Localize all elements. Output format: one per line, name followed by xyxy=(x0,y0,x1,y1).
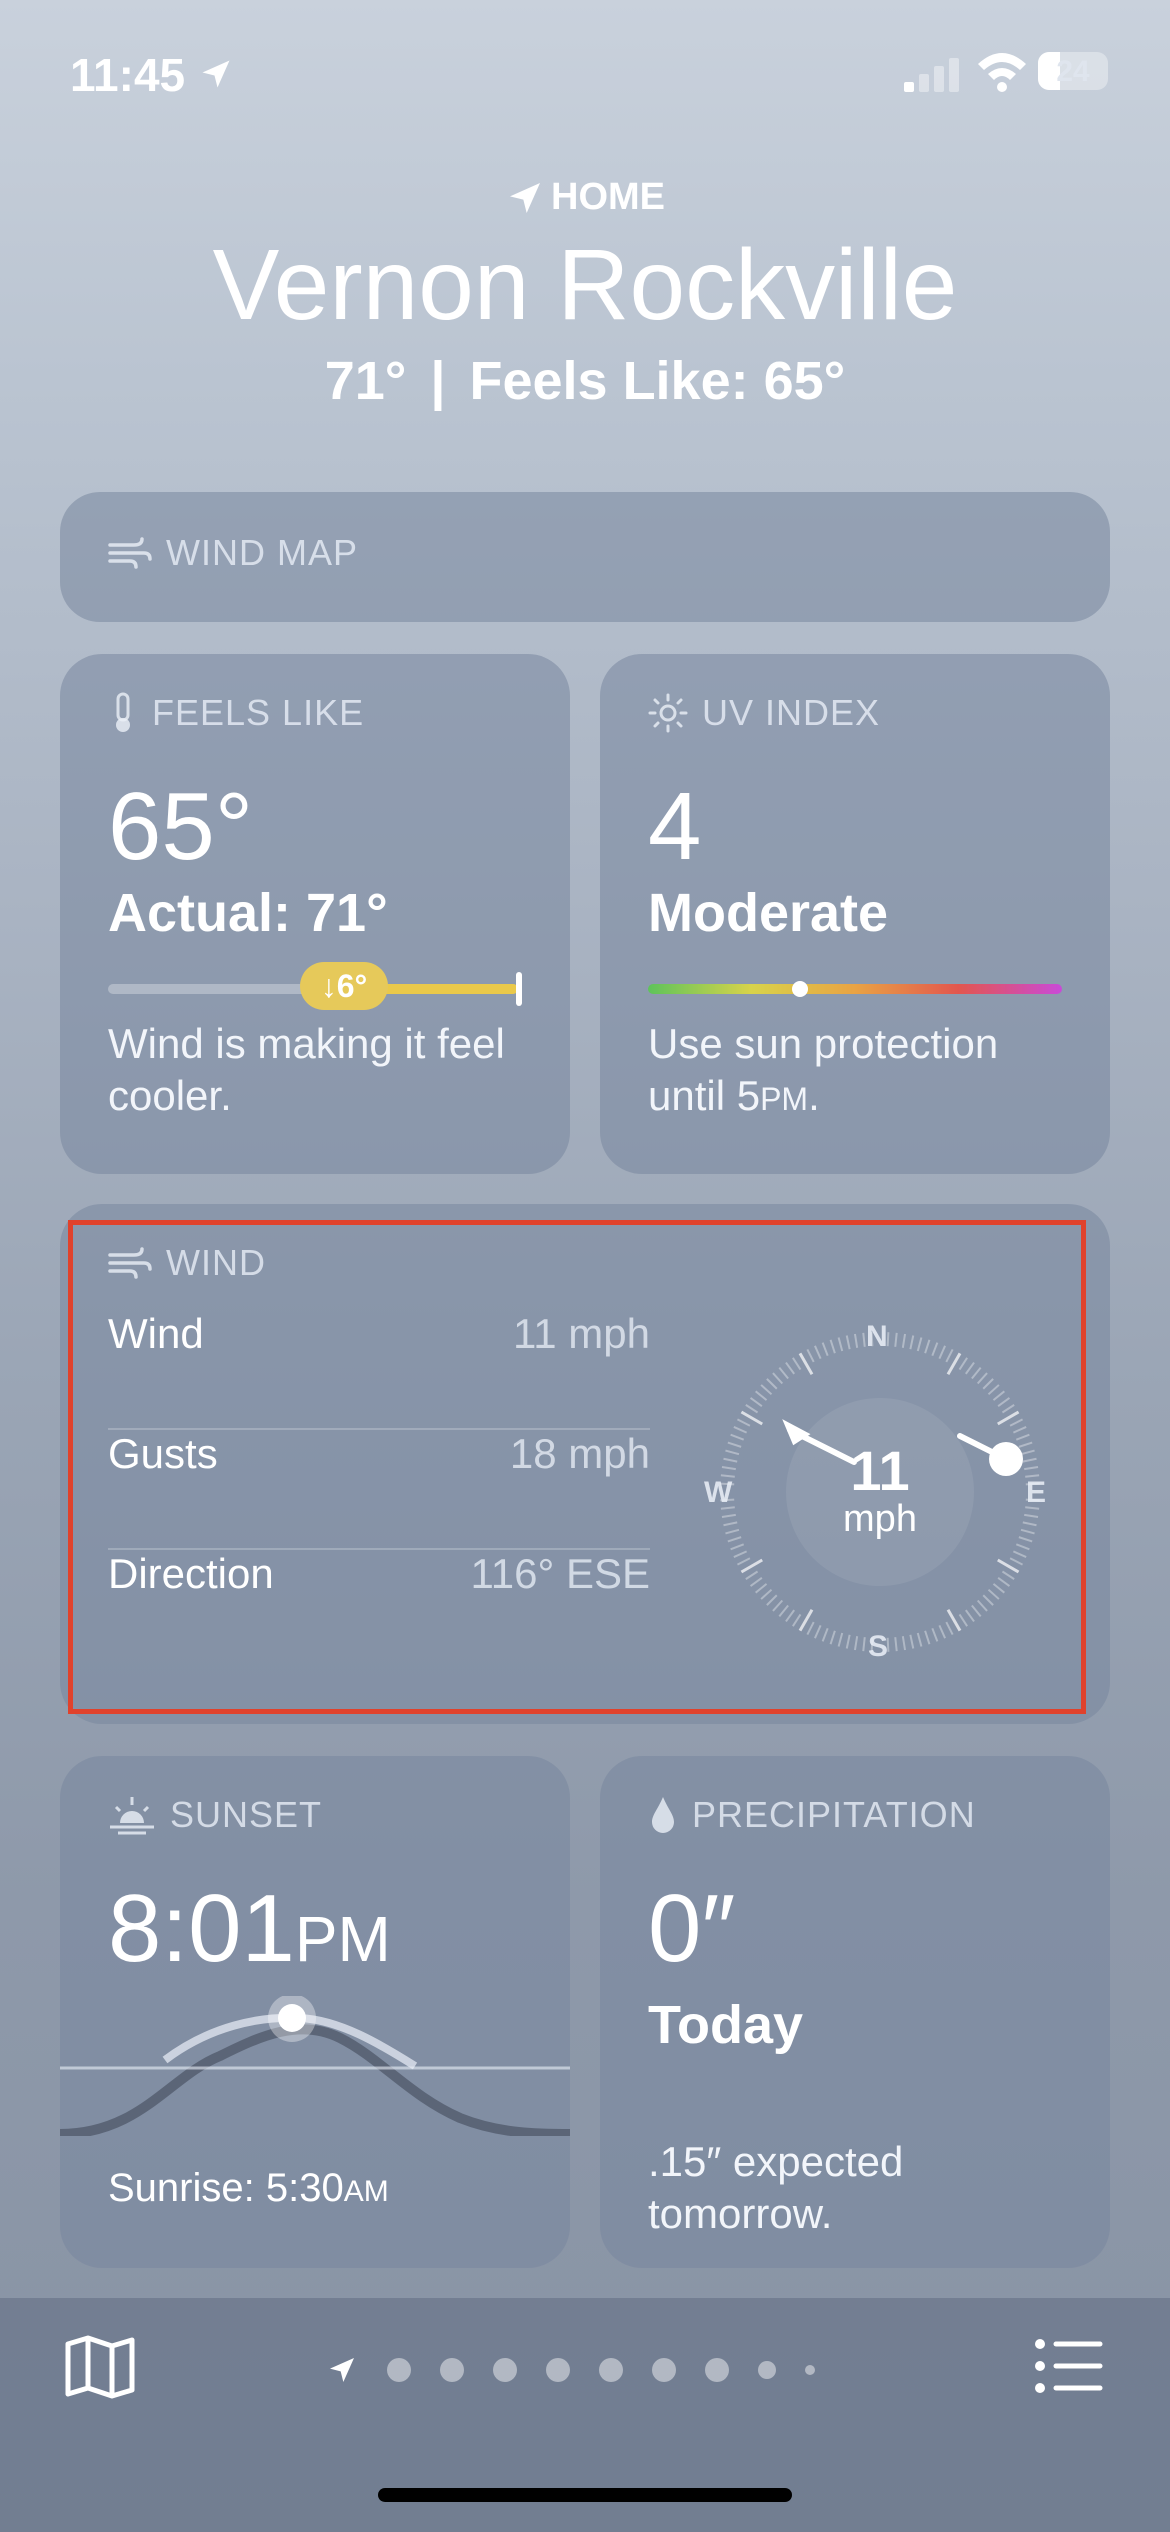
page-indicator[interactable] xyxy=(326,2354,815,2386)
map-icon[interactable] xyxy=(64,2334,136,2400)
thermometer-icon xyxy=(116,692,130,732)
location-page-icon xyxy=(330,2358,354,2382)
status-bar: 11:45 24 xyxy=(0,0,1170,140)
page-dot xyxy=(705,2358,729,2382)
sunset-label: SUNSET xyxy=(170,1794,323,1835)
status-time: 11:45 xyxy=(70,49,186,101)
uv-index-title: UV INDEX xyxy=(648,692,880,734)
precipitation-title: PRECIPITATION xyxy=(648,1794,976,1836)
feels-like-bar: ↓6° xyxy=(108,962,522,1010)
uv-index-card[interactable]: UV INDEX 4 Moderate Use sun protection u… xyxy=(600,654,1110,1174)
home-indicator[interactable] xyxy=(378,2488,792,2502)
uv-scale-bar xyxy=(648,981,1062,997)
page-dot xyxy=(493,2358,517,2382)
sun-icon xyxy=(648,693,688,733)
feels-like-value: 65° xyxy=(108,773,254,880)
uv-index-value: 4 xyxy=(648,773,702,880)
separator: | xyxy=(430,351,446,411)
sunset-icon xyxy=(110,1797,154,1835)
wind-map-card[interactable]: WIND MAP xyxy=(60,492,1110,622)
wifi-icon xyxy=(978,53,1026,92)
uv-level: Moderate xyxy=(648,883,889,943)
feels-like-summary: Feels Like: 65° xyxy=(469,351,846,411)
bottom-toolbar xyxy=(0,2298,1170,2532)
uv-index-label: UV INDEX xyxy=(702,692,881,733)
sunrise-time: Sunrise: 5:30AM xyxy=(108,2166,389,2210)
page-dot xyxy=(440,2358,464,2382)
uv-scale-marker xyxy=(792,981,808,997)
page-dot xyxy=(758,2361,776,2379)
battery-icon: 24 xyxy=(1038,52,1108,90)
wind-map-title: WIND MAP xyxy=(108,532,358,574)
feels-like-delta-badge: ↓6° xyxy=(300,962,388,1010)
precipitation-forecast: .15″ expected tomorrow. xyxy=(648,2138,904,2237)
precipitation-value: 0″ xyxy=(648,1875,736,1982)
feels-like-label: FEELS LIKE xyxy=(152,692,365,733)
location-arrow-icon xyxy=(510,182,540,213)
actual-temp: Actual: 71° xyxy=(108,883,388,943)
page-dot xyxy=(652,2358,676,2382)
precipitation-card[interactable]: PRECIPITATION 0″ Today .15″ expected tom… xyxy=(600,1756,1110,2268)
precipitation-period: Today xyxy=(648,1995,804,2055)
uv-description: Use sun protection until 5PM. xyxy=(648,1020,999,1119)
home-label: HOME xyxy=(551,176,665,218)
list-icon[interactable] xyxy=(1034,2338,1104,2394)
sun-path-graph xyxy=(60,1996,570,2136)
wind-map-label: WIND MAP xyxy=(166,532,358,573)
feels-like-description: Wind is making it feel cooler. xyxy=(108,1020,505,1119)
city-name: Vernon Rockville xyxy=(212,229,958,341)
page-dot xyxy=(805,2365,815,2375)
wind-icon xyxy=(108,537,152,569)
page-dot xyxy=(546,2358,570,2382)
precipitation-label: PRECIPITATION xyxy=(692,1794,976,1835)
sunset-time: 8:01PM xyxy=(108,1875,391,1982)
sunset-title: SUNSET xyxy=(108,1794,322,1836)
battery-level: 24 xyxy=(1056,55,1090,88)
feels-like-title: FEELS LIKE xyxy=(108,692,364,734)
home-label-row: HOME xyxy=(0,176,1170,219)
feels-like-card[interactable]: FEELS LIKE 65° Actual: 71° ↓6° Wind is m… xyxy=(60,654,570,1174)
location-arrow-icon xyxy=(202,60,230,88)
raindrop-icon xyxy=(652,1797,674,1833)
current-conditions: 71° | Feels Like: 65° xyxy=(0,350,1170,412)
cellular-signal-icon xyxy=(904,58,959,92)
page-dot xyxy=(599,2358,623,2382)
page-dot xyxy=(387,2358,411,2382)
current-temp: 71° xyxy=(324,351,407,411)
sunset-card[interactable]: SUNSET 8:01PM Sunrise: 5:30AM xyxy=(60,1756,570,2268)
selection-highlight xyxy=(68,1220,1086,1714)
